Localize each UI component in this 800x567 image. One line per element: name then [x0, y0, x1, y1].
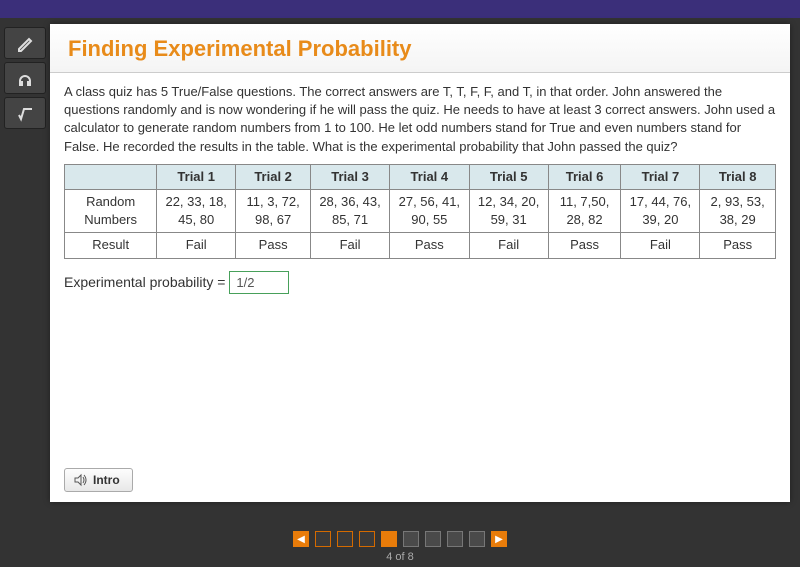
problem-text: A class quiz has 5 True/False questions.… [64, 83, 776, 156]
col-header: Trial 2 [236, 164, 311, 189]
cell: Fail [311, 233, 390, 258]
cell: Pass [236, 233, 311, 258]
cell: 12, 34, 20, 59, 31 [469, 189, 548, 232]
page-navigator: ◀ ▶ [0, 531, 800, 547]
cell: Pass [389, 233, 469, 258]
page-title: Finding Experimental Probability [68, 36, 772, 62]
cell: Fail [469, 233, 548, 258]
cell: Pass [700, 233, 776, 258]
cell: Pass [548, 233, 621, 258]
table-row: Result Fail Pass Fail Pass Fail Pass Fai… [65, 233, 776, 258]
blank-header [65, 164, 157, 189]
page-box-5[interactable] [403, 531, 419, 547]
lesson-body: A class quiz has 5 True/False questions.… [50, 73, 790, 304]
page-box-2[interactable] [337, 531, 353, 547]
cell: Fail [621, 233, 700, 258]
col-header: Trial 8 [700, 164, 776, 189]
cell: 11, 3, 72, 98, 67 [236, 189, 311, 232]
page-box-7[interactable] [447, 531, 463, 547]
headphones-icon [16, 69, 34, 87]
trials-table: Trial 1 Trial 2 Trial 3 Trial 4 Trial 5 … [64, 164, 776, 259]
formula-tool[interactable] [4, 97, 46, 129]
row-header: Random Numbers [65, 189, 157, 232]
page-box-1[interactable] [315, 531, 331, 547]
cell: 2, 93, 53, 38, 29 [700, 189, 776, 232]
side-toolbar [0, 18, 50, 132]
row-header: Result [65, 233, 157, 258]
page-box-8[interactable] [469, 531, 485, 547]
page-box-6[interactable] [425, 531, 441, 547]
col-header: Trial 3 [311, 164, 390, 189]
col-header: Trial 7 [621, 164, 700, 189]
page-counter: 4 of 8 [0, 551, 800, 563]
pencil-icon [16, 34, 34, 52]
page-box-3[interactable] [359, 531, 375, 547]
cell: 17, 44, 76, 39, 20 [621, 189, 700, 232]
col-header: Trial 1 [157, 164, 236, 189]
pencil-tool[interactable] [4, 27, 46, 59]
col-header: Trial 5 [469, 164, 548, 189]
table-row: Random Numbers 22, 33, 18, 45, 80 11, 3,… [65, 189, 776, 232]
intro-button[interactable]: Intro [64, 468, 133, 492]
lesson-panel: Finding Experimental Probability A class… [50, 24, 790, 502]
col-header: Trial 4 [389, 164, 469, 189]
audio-tool[interactable] [4, 62, 46, 94]
app-topbar [0, 0, 800, 18]
cell: 11, 7,50, 28, 82 [548, 189, 621, 232]
cell: 27, 56, 41, 90, 55 [389, 189, 469, 232]
answer-input[interactable] [229, 271, 289, 294]
page-box-4[interactable] [381, 531, 397, 547]
answer-label: Experimental probability = [64, 274, 225, 290]
next-button[interactable]: ▶ [491, 531, 507, 547]
square-root-icon [16, 104, 34, 122]
cell: 22, 33, 18, 45, 80 [157, 189, 236, 232]
lesson-heading: Finding Experimental Probability [50, 24, 790, 73]
col-header: Trial 6 [548, 164, 621, 189]
prev-button[interactable]: ◀ [293, 531, 309, 547]
cell: Fail [157, 233, 236, 258]
speaker-icon [73, 473, 87, 487]
cell: 28, 36, 43, 85, 71 [311, 189, 390, 232]
answer-row: Experimental probability = [64, 271, 776, 294]
intro-label: Intro [93, 473, 120, 487]
